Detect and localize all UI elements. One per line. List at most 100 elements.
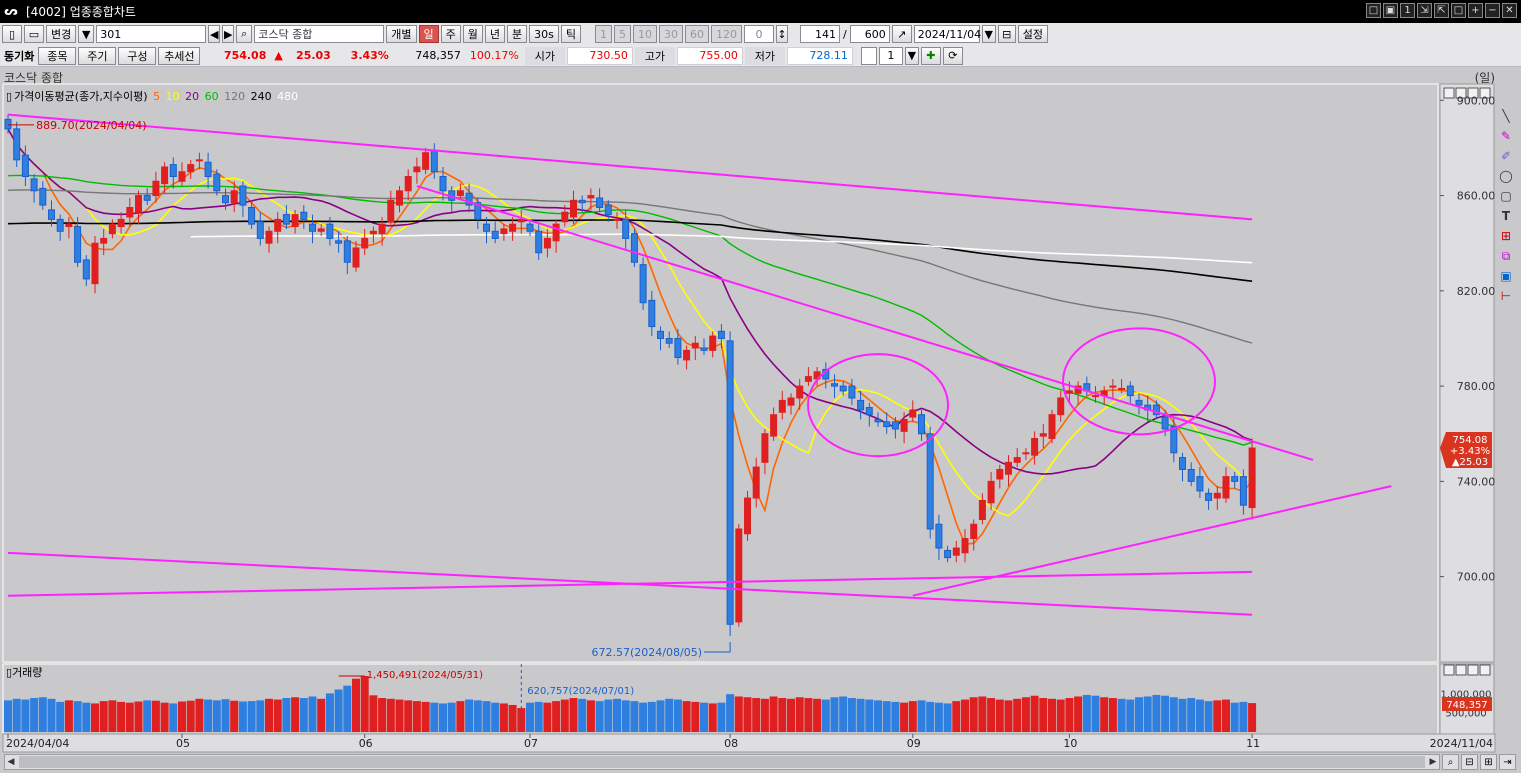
candle-body[interactable]	[1109, 385, 1117, 388]
volume-bar[interactable]	[508, 704, 517, 732]
candle-body[interactable]	[570, 199, 577, 218]
candle-body[interactable]	[543, 237, 551, 249]
candle-body[interactable]	[909, 409, 917, 418]
candle-body[interactable]	[213, 173, 221, 192]
volume-bar[interactable]	[1108, 698, 1117, 732]
volume-bar[interactable]	[334, 689, 343, 732]
volume-bar[interactable]	[1021, 697, 1030, 732]
candle-body[interactable]	[804, 376, 812, 382]
candle-body[interactable]	[891, 421, 899, 430]
volume-bar[interactable]	[987, 698, 996, 732]
volume-bar[interactable]	[813, 698, 822, 732]
candle-body[interactable]	[1126, 385, 1134, 397]
volume-bar[interactable]	[856, 698, 865, 732]
volume-bar[interactable]	[1239, 701, 1248, 732]
volume-bar[interactable]	[369, 695, 378, 732]
candle-body[interactable]	[108, 223, 116, 235]
candle-body[interactable]	[691, 342, 699, 349]
volume-bar[interactable]	[691, 701, 700, 732]
volume-bar[interactable]	[1039, 698, 1048, 732]
candle-body[interactable]	[378, 223, 386, 235]
line-tool-icon[interactable]: ╲	[1498, 108, 1514, 124]
volume-bar[interactable]	[352, 678, 360, 732]
volume-bar[interactable]	[21, 699, 30, 732]
volume-bar[interactable]	[969, 697, 978, 732]
volume-bar[interactable]	[265, 698, 273, 732]
candle-body[interactable]	[561, 211, 569, 223]
candle-body[interactable]	[900, 418, 908, 432]
volume-bar[interactable]	[865, 699, 874, 732]
candle-body[interactable]	[1231, 476, 1239, 482]
volume-bar[interactable]	[47, 698, 56, 732]
candle-body[interactable]	[135, 195, 142, 213]
candle-body[interactable]	[970, 523, 978, 540]
volume-bar[interactable]	[1195, 699, 1204, 732]
candle-body[interactable]	[996, 468, 1004, 480]
volume-bar[interactable]	[1082, 694, 1091, 732]
horizontal-scrollbar[interactable]: ◀ ▶	[4, 754, 1440, 770]
volume-bar[interactable]	[378, 698, 387, 732]
volume-bar[interactable]	[743, 697, 752, 732]
candle-body[interactable]	[796, 385, 804, 399]
candle-body[interactable]	[552, 223, 560, 242]
zoom-out-icon[interactable]: ⊟	[1461, 754, 1478, 770]
volume-bar[interactable]	[1143, 696, 1152, 732]
volume-bar[interactable]	[1213, 700, 1222, 732]
volume-bar[interactable]	[56, 701, 65, 732]
candle-body[interactable]	[883, 421, 891, 428]
candle-body[interactable]	[352, 247, 360, 268]
volume-bar[interactable]	[934, 702, 943, 732]
volume-bar[interactable]	[569, 698, 578, 732]
volume-bar[interactable]	[108, 700, 117, 732]
candle-body[interactable]	[152, 180, 160, 197]
candle-body[interactable]	[1135, 399, 1143, 406]
candle-body[interactable]	[944, 549, 952, 559]
volume-bar[interactable]	[673, 699, 682, 732]
volume-bar[interactable]	[134, 701, 143, 733]
volume-bar[interactable]	[795, 697, 804, 732]
candle-body[interactable]	[1118, 387, 1126, 390]
price-chart-svg[interactable]: 900.00860.00820.00780.00740.00700.001,00…	[0, 0, 1521, 773]
candle-body[interactable]	[1013, 457, 1021, 463]
volume-bar[interactable]	[178, 701, 186, 733]
candle-body[interactable]	[195, 159, 203, 162]
volume-bar[interactable]	[64, 700, 73, 732]
candle-body[interactable]	[361, 237, 369, 249]
volume-bar[interactable]	[1222, 699, 1230, 732]
volume-bar[interactable]	[4, 700, 12, 732]
volume-bar[interactable]	[82, 702, 91, 732]
pen-tool-icon[interactable]: ✎	[1498, 128, 1514, 144]
volume-bar[interactable]	[821, 699, 830, 732]
candle-body[interactable]	[100, 237, 108, 244]
volume-bar[interactable]	[604, 699, 613, 732]
volume-bar[interactable]	[839, 696, 848, 732]
candle-body[interactable]	[1005, 461, 1012, 475]
volume-bar[interactable]	[1135, 697, 1143, 732]
candle-body[interactable]	[517, 218, 525, 223]
candle-body[interactable]	[1048, 414, 1056, 439]
volume-bar[interactable]	[230, 700, 239, 732]
candle-body[interactable]	[1239, 476, 1247, 506]
volume-bar[interactable]	[73, 701, 82, 732]
volume-bar[interactable]	[1065, 698, 1074, 732]
candle-body[interactable]	[387, 199, 395, 223]
candle-body[interactable]	[126, 206, 134, 218]
volume-bar[interactable]	[482, 701, 491, 732]
volume-bar[interactable]	[1178, 698, 1187, 732]
volume-bar[interactable]	[12, 698, 21, 732]
volume-bar[interactable]	[891, 701, 900, 732]
candle-body[interactable]	[761, 433, 769, 463]
candle-body[interactable]	[404, 176, 412, 192]
candle-body[interactable]	[1057, 397, 1065, 416]
candle-body[interactable]	[526, 223, 534, 232]
volume-bar[interactable]	[787, 698, 795, 732]
volume-bar[interactable]	[734, 696, 743, 732]
candle-body[interactable]	[630, 233, 638, 263]
volume-bar[interactable]	[665, 698, 674, 732]
volume-panel-control-icon[interactable]	[1479, 664, 1491, 676]
candle-body[interactable]	[839, 385, 847, 392]
volume-bar[interactable]	[151, 700, 160, 732]
volume-bar[interactable]	[543, 702, 552, 732]
volume-bar[interactable]	[30, 698, 39, 732]
candle-body[interactable]	[665, 337, 673, 344]
